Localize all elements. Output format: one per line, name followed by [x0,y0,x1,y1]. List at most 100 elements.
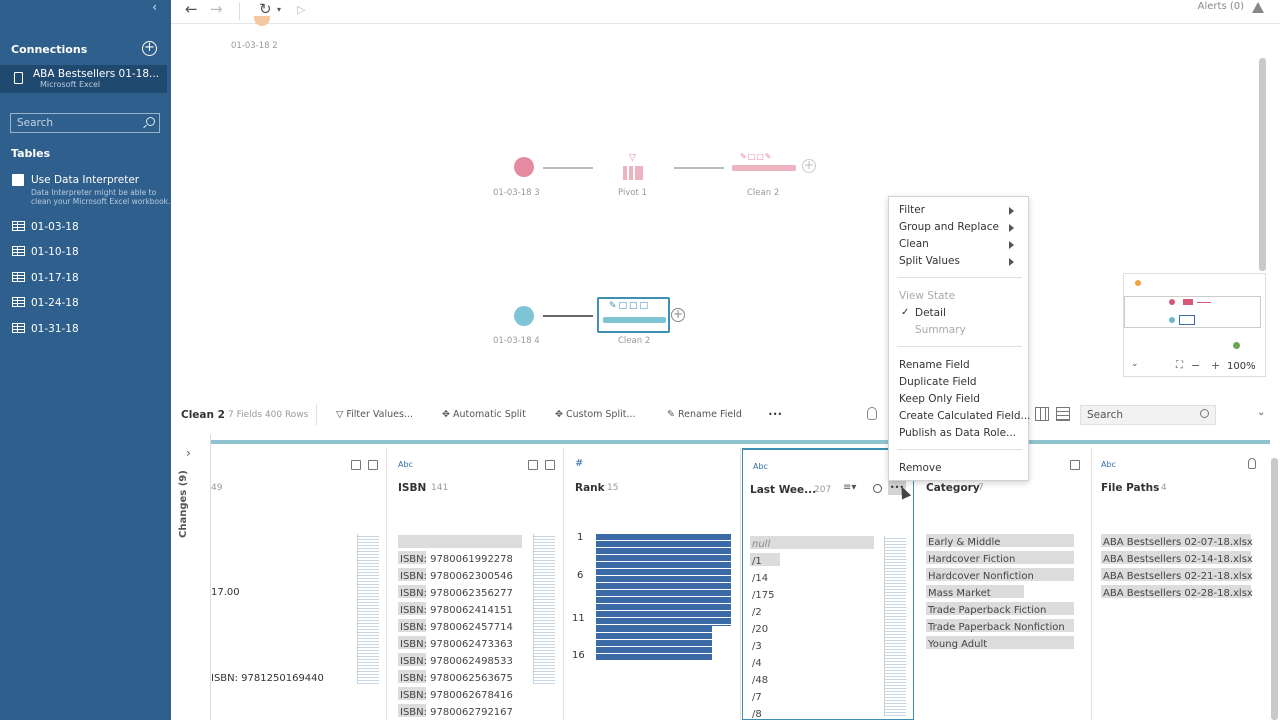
selected-clean-node[interactable]: ✎□□□ [597,297,670,333]
value-row[interactable]: /3 [750,638,774,655]
table-view-icon[interactable] [1035,407,1049,421]
value-row[interactable]: ISBN: 9780062792167 [398,704,513,720]
input-node-icon[interactable] [514,306,534,326]
table-item[interactable]: 01-24-18 [12,297,79,313]
expand-changes-icon[interactable]: › [186,446,191,460]
field-card-rank[interactable]: # Rank 15 1 6 11 16 [565,448,741,720]
value-row[interactable]: /20 [750,621,774,638]
field-type-icon[interactable] [351,460,361,470]
value-row[interactable]: /4 [750,655,774,672]
edit-icon[interactable] [368,460,378,470]
value-row[interactable]: ABA Bestsellers 02-28-18.xlsx [1101,585,1253,602]
filter-values-button[interactable]: ▽ Filter Values... [336,409,413,420]
value-row[interactable]: /14 [750,570,774,587]
connection-item[interactable]: ABA Bestsellers 01-18... Microsoft Excel [0,65,167,93]
alerts-label[interactable]: Alerts (0) [1198,1,1244,12]
value-row[interactable]: ISBN: 9780062678416 [398,687,513,704]
run-flow-icon[interactable]: ▷ [297,3,305,16]
edit-icon[interactable] [545,460,555,470]
menu-item-publish-data-role[interactable]: Publish as Data Role... [899,427,1016,439]
menu-item-remove[interactable]: Remove [899,462,942,474]
value-row[interactable]: /175 [750,587,774,604]
value-row[interactable]: /1 [750,553,780,570]
rename-field-button[interactable]: ✎ Rename Field [667,409,742,420]
value-row[interactable]: ABA Bestsellers 02-07-18.xlsx [1101,534,1253,551]
canvas-scrollbar[interactable] [1259,58,1266,271]
value-row[interactable]: /48 [750,672,774,689]
field-card[interactable]: 49 17.00 ISBN: 9781250169440 [211,448,387,720]
value-row[interactable]: Early & Middle [926,534,1074,551]
value-row[interactable]: Mass Market [926,585,1065,602]
value-row[interactable]: ISBN: 9780062300546 [398,568,513,585]
menu-item-detail[interactable]: Detail [915,307,946,319]
automatic-split-button[interactable]: ✥ Automatic Split [442,409,526,420]
table-search-input[interactable]: Search [10,113,160,133]
menu-item-keep-only[interactable]: Keep Only Field [899,393,980,405]
zoom-in-icon[interactable]: + [1211,359,1220,372]
menu-item-rename[interactable]: Rename Field [899,359,970,371]
table-item[interactable]: 01-10-18 [12,246,79,262]
value-row[interactable]: Trade Paperback Fiction [926,602,1074,619]
value-row[interactable]: /8 [750,706,774,720]
changes-panel[interactable]: › Changes (9) [171,434,211,720]
profile-scrollbar[interactable] [1271,458,1278,720]
recommendations-icon[interactable] [867,407,877,420]
back-icon[interactable]: ← [185,0,198,18]
data-interpreter-checkbox[interactable] [12,174,24,186]
recommendation-icon[interactable] [1248,458,1256,469]
value-row[interactable]: ISBN: 9780061992278 [398,551,513,568]
chevron-down-icon[interactable]: ⌄ [1131,359,1139,369]
menu-item-create-calculated[interactable]: Create Calculated Field... [899,410,1031,422]
chevron-down-icon[interactable]: ▾ [277,5,281,14]
table-item[interactable]: 01-17-18 [12,272,79,288]
edit-icon[interactable] [1070,460,1080,470]
minimap-viewport[interactable] [1124,296,1261,328]
list-view-icon[interactable] [1056,407,1070,421]
add-step-icon[interactable]: + [802,159,816,173]
value-row[interactable]: ISBN: 9780062498533 [398,653,513,670]
menu-item-clean[interactable]: Clean [899,238,929,250]
value-row[interactable]: ISBN: 9780062563675 [398,670,513,687]
more-options-button[interactable]: ••• [768,410,782,419]
value-row[interactable]: Hardcover Nonfiction [926,568,1074,585]
menu-item-duplicate[interactable]: Duplicate Field [899,376,977,388]
value-row[interactable]: Young Adult [926,636,1074,653]
add-connection-icon[interactable]: + [142,41,157,56]
value-row[interactable]: Trade Paperback Nonfiction [926,619,1074,636]
clean-node-icon[interactable] [732,165,796,171]
field-type-icon[interactable] [528,460,538,470]
field-card-isbn[interactable]: Abc ISBN 141 ISBN: 9780061992278 ISBN: 9… [388,448,564,720]
table-item[interactable]: 01-31-18 [12,323,79,339]
menu-item-filter[interactable]: Filter [899,204,925,216]
custom-split-button[interactable]: ✥ Custom Split... [555,409,636,420]
value-row[interactable]: ISBN: 9780062457714 [398,619,513,636]
value-row[interactable]: ISBN: 9780062414151 [398,602,513,619]
zoom-out-icon[interactable]: − [1191,359,1200,372]
value-row[interactable]: Hardcover Fiction [926,551,1074,568]
field-card-file-paths[interactable]: Abc File Paths 4 ABA Bestsellers 02-07-1… [1093,448,1270,720]
chevron-down-icon[interactable]: ⌄ [1257,407,1265,418]
field-search-input[interactable]: Search [1080,405,1216,425]
search-icon[interactable] [873,484,882,493]
value-row[interactable]: /2 [750,604,774,621]
forward-icon[interactable]: → [210,0,223,18]
value-row[interactable]: ISBN: 9780062356277 [398,585,513,602]
flow-canvas[interactable]: 01-03-18 2 01-03-18 3 ▽ Pivot 1 ✎□□✎ + C… [171,16,1268,394]
fit-to-screen-icon[interactable]: ⛶ [1176,360,1183,371]
menu-item-summary[interactable]: Summary [915,324,966,336]
sort-icon[interactable]: ≡▾ [843,482,856,493]
input-node-icon[interactable] [514,157,534,177]
field-card-last-week[interactable]: Abc Last Wee... 207 ≡▾ ••• null /1 /14 /… [742,448,914,720]
collapse-sidebar-icon[interactable]: ‹ [152,0,157,14]
add-step-icon[interactable]: + [671,308,685,322]
menu-item-split-values[interactable]: Split Values [899,255,960,267]
field-card-category[interactable]: Category 7 Early & Middle Hardcover Fict… [916,448,1092,720]
pivot-node-icon[interactable] [623,166,643,180]
value-row[interactable]: /7 [750,689,774,706]
value-row[interactable]: ABA Bestsellers 02-21-18.xlsx [1101,568,1253,585]
table-item[interactable]: 01-03-18 [12,221,79,237]
minimap[interactable]: ⌄ ⛶ − + 100% [1123,273,1266,377]
value-row[interactable]: null [750,536,874,553]
menu-item-group-replace[interactable]: Group and Replace [899,221,999,233]
value-row[interactable]: ABA Bestsellers 02-14-18.xlsx [1101,551,1253,568]
